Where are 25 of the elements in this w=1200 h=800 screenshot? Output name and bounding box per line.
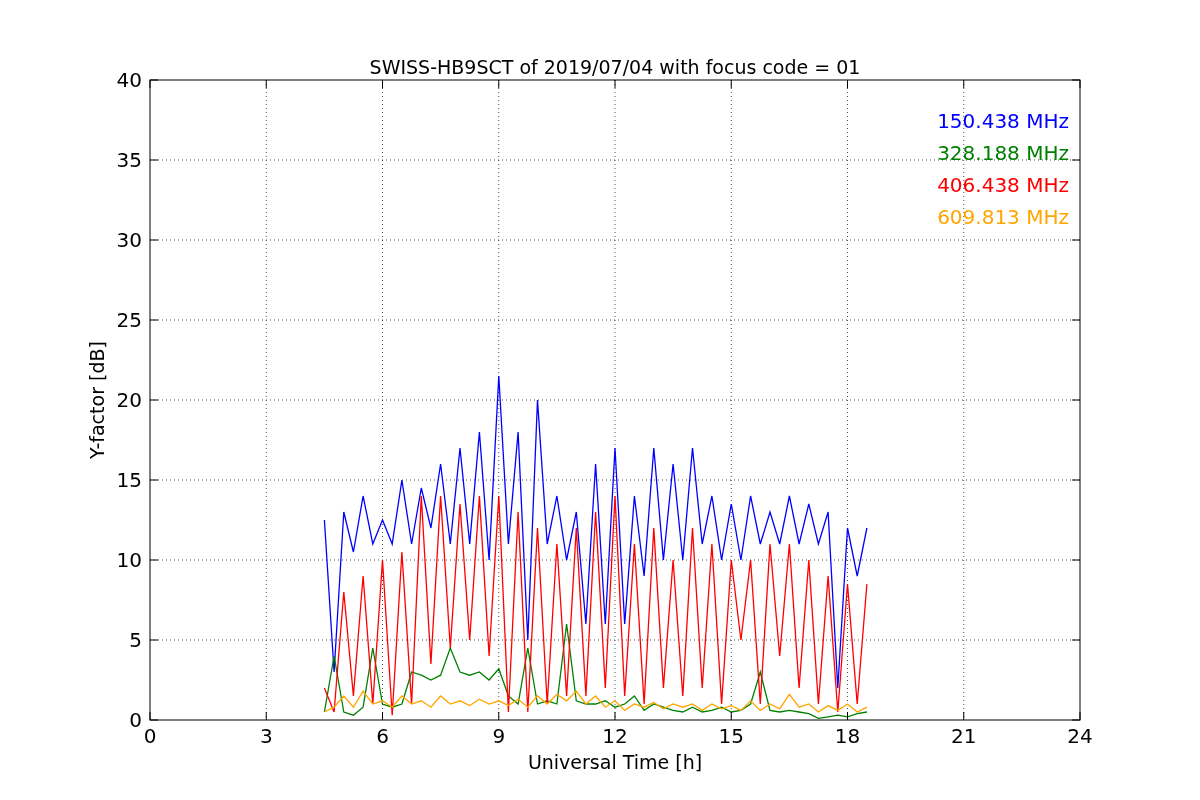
chart-title: SWISS-HB9SCT of 2019/07/04 with focus code = 01 bbox=[369, 56, 861, 78]
x-tick-label: 15 bbox=[718, 724, 744, 748]
x-tick-label: 3 bbox=[259, 724, 273, 748]
y-axis-label: Y-factor [dB] bbox=[86, 341, 108, 459]
x-tick-label: 12 bbox=[602, 724, 628, 748]
y-tick-label: 25 bbox=[116, 308, 142, 332]
x-tick-label: 0 bbox=[143, 724, 157, 748]
y-tick-label: 20 bbox=[116, 388, 142, 412]
x-axis-label: Universal Time [h] bbox=[527, 751, 703, 773]
legend-label: 328.188 MHz bbox=[937, 141, 1069, 165]
y-tick-label: 15 bbox=[116, 468, 142, 492]
y-tick-label: 0 bbox=[129, 708, 142, 732]
y-tick-label: 5 bbox=[129, 628, 142, 652]
y-tick-label: 30 bbox=[116, 228, 142, 252]
y-tick-label: 10 bbox=[116, 548, 142, 572]
x-tick-label: 18 bbox=[834, 724, 861, 748]
x-tick-label: 21 bbox=[951, 724, 977, 748]
x-tick-label: 9 bbox=[492, 724, 506, 748]
legend-label: 609.813 MHz bbox=[937, 205, 1069, 229]
y-tick-label: 35 bbox=[116, 148, 142, 172]
legend-label: 150.438 MHz bbox=[937, 109, 1069, 133]
x-tick-label: 6 bbox=[376, 724, 389, 748]
x-tick-label: 24 bbox=[1067, 724, 1093, 748]
y-tick-label: 40 bbox=[116, 68, 142, 92]
legend-label: 406.438 MHz bbox=[937, 173, 1069, 197]
